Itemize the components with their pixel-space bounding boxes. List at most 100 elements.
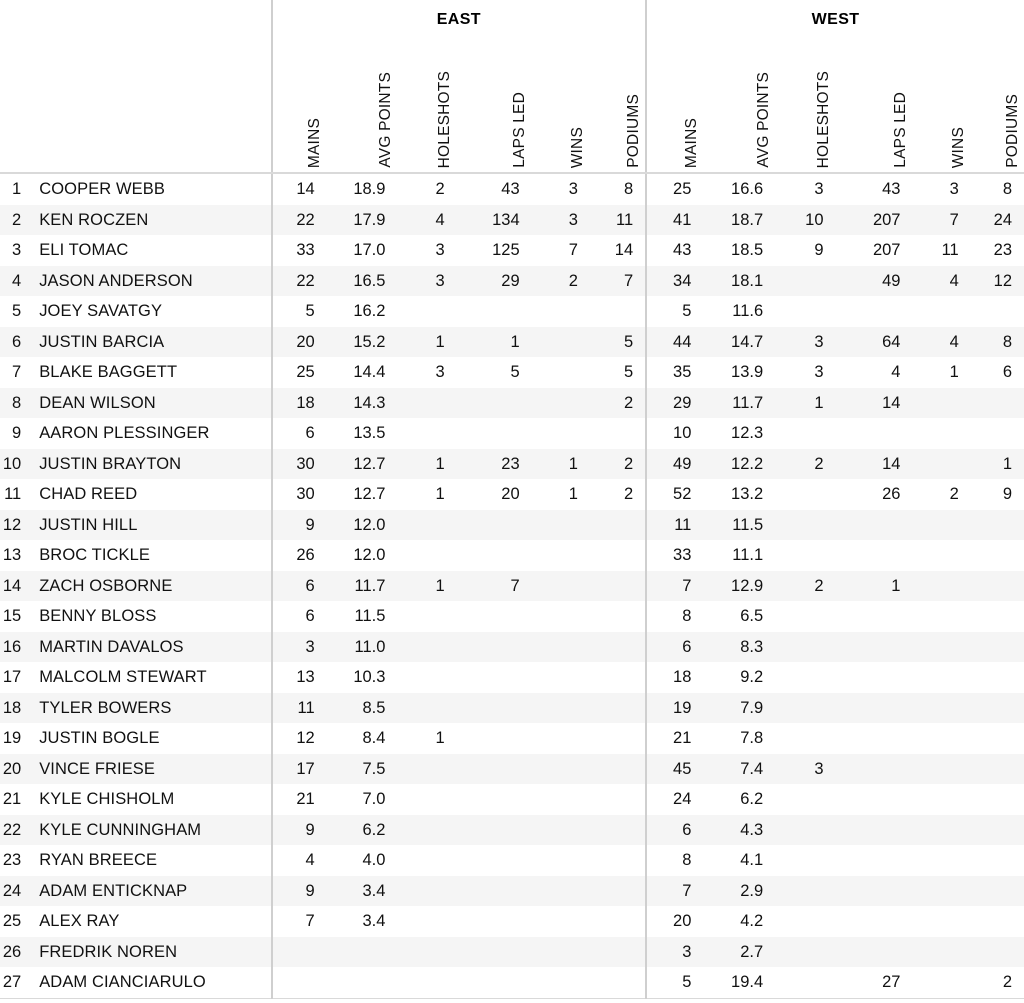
west-avg-points-cell: 11.1 (732, 546, 764, 564)
east-mains-cell: 5 (270, 296, 327, 327)
east-mains-cell: 30 (270, 479, 327, 510)
west-podiums-cell (971, 418, 1024, 449)
east-laps-led-cell (457, 815, 532, 846)
east-mains-cell: 22 (270, 265, 327, 296)
west-wins-cell (912, 418, 970, 449)
table-row: 20 VINCE FRIESE 17 7.5 45 7.4 3 (0, 753, 1024, 785)
rider-name: ZACH OSBORNE (39, 576, 173, 595)
rider-name: COOPER WEBB (39, 180, 165, 198)
east-laps-led-cell (457, 723, 532, 754)
west-wins-header: WINS (912, 40, 971, 174)
east-wins-cell (532, 601, 590, 632)
west-mains-cell: 49 (645, 448, 704, 479)
west-holeshots-cell: 1 (814, 393, 824, 412)
west-mains-cell: 20 (645, 906, 704, 937)
east-avg-points-cell: 11.7 (354, 576, 386, 595)
west-laps-led-cell: 64 (882, 332, 901, 351)
east-wins-cell (532, 876, 590, 907)
east-podiums-cell (589, 967, 647, 999)
west-mains-cell: 21 (645, 723, 704, 754)
rider-name: JOEY SAVATGY (39, 302, 163, 320)
table-row: 26 FREDRIK NOREN 3 2.7 (0, 936, 1024, 968)
rider-name: JASON ANDERSON (39, 271, 193, 290)
west-wins-cell: 4 (949, 332, 959, 351)
east-podiums-cell (590, 784, 646, 815)
row-position: 7 (12, 363, 22, 381)
east-podiums-cell: 14 (614, 241, 634, 259)
east-mains-cell: 6 (270, 570, 327, 601)
west-avg-points-cell: 4.3 (740, 820, 764, 839)
west-holeshots-cell: 2 (814, 576, 824, 595)
east-wins-cell (532, 510, 590, 541)
west-mains-cell: 44 (645, 326, 704, 357)
east-wins-cell (532, 571, 590, 602)
west-wins-cell (912, 754, 970, 785)
west-holeshots-cell (775, 784, 835, 815)
row-position: 1 (12, 180, 22, 198)
rider-name: BROC TICKLE (39, 546, 151, 564)
west-avg-points-cell: 12.2 (731, 454, 764, 473)
east-mains-cell: 14 (270, 173, 327, 205)
east-mains-cell: 11 (270, 692, 327, 723)
table-row: 11 CHAD REED 30 12.7 1 20 1 2 52 13.2 26 2 9 (0, 479, 1024, 510)
east-podiums-cell (590, 876, 646, 907)
east-holeshots-cell (397, 418, 456, 449)
west-laps-led-cell (836, 723, 913, 754)
east-mains-cell: 12 (270, 723, 327, 754)
west-mains-cell: 5 (645, 967, 704, 999)
east-holeshots-cell: 3 (435, 363, 445, 381)
east-mains-cell: 6 (270, 601, 327, 632)
west-wins-cell (912, 693, 970, 724)
rider-name: KYLE CHISHOLM (39, 790, 175, 808)
west-mains-cell: 6 (645, 631, 704, 662)
east-wins-header: WINS (531, 40, 590, 174)
east-mains-cell: 13 (270, 662, 327, 693)
east-laps-led-cell: 23 (501, 454, 520, 473)
east-laps-led-cell (457, 845, 532, 876)
west-podiums-cell (971, 296, 1024, 327)
east-holeshots-cell (397, 876, 456, 907)
west-podiums-cell: 23 (993, 241, 1012, 259)
table-row: 2 KEN ROCZEN 22 17.9 4 134 3 11 41 18.7 10 207 7 24 (0, 204, 1024, 235)
table-row: 5 JOEY SAVATGY 5 16.2 5 11.6 (0, 296, 1024, 327)
west-avg-points-cell: 18.1 (731, 271, 764, 290)
west-mains-cell: 29 (645, 387, 704, 418)
east-holeshots-cell: 1 (435, 485, 445, 503)
east-avg-points-cell: 14.3 (353, 393, 386, 412)
east-avg-points-cell: 7.5 (362, 759, 386, 778)
east-wins-cell (532, 693, 590, 724)
east-holeshots-cell (397, 510, 456, 541)
west-avg-points-cell: 18.5 (731, 241, 764, 259)
table-row: 22 KYLE CUNNINGHAM 9 6.2 6 4.3 (0, 814, 1024, 846)
west-holeshots-cell: 9 (814, 241, 824, 259)
east-mains-cell: 9 (270, 509, 327, 540)
west-mains-cell: 19 (645, 692, 704, 723)
rider-name: JUSTIN BOGLE (39, 729, 160, 747)
east-wins-cell (532, 906, 590, 937)
west-avg-points-cell: 7.8 (740, 729, 764, 747)
east-laps-led-cell: 43 (501, 180, 520, 198)
east-podiums-cell (590, 906, 646, 937)
rider-name: MARTIN DAVALOS (39, 637, 184, 656)
east-podiums-cell: 8 (623, 180, 634, 198)
east-holeshots-cell: 1 (435, 576, 445, 595)
east-laps-led-cell (457, 662, 532, 693)
east-holeshots-cell: 4 (435, 210, 445, 229)
east-holeshots-cell (397, 388, 456, 419)
east-laps-led-cell (457, 296, 532, 327)
west-wins-cell (912, 510, 970, 541)
table-row: 8 DEAN WILSON 18 14.3 2 29 11.7 1 14 (0, 387, 1024, 419)
west-holeshots-cell (775, 266, 835, 297)
west-mains-header: MAINS (645, 40, 704, 174)
table-body: 1 COOPER WEBB 14 18.9 2 43 3 8 25 16.6 3 43 3 8 2 KEN R… (0, 173, 1024, 999)
west-podiums-header: PODIUMS (970, 40, 1024, 174)
west-podiums-cell (971, 723, 1024, 754)
west-holeshots-cell (775, 937, 835, 968)
west-laps-led-cell (836, 662, 913, 693)
column-header-row: MAINS AVG POINTS HOLESHOTS LAPS LED WINS… (0, 40, 1024, 174)
east-avg-points-cell: 18.9 (353, 180, 386, 198)
west-laps-led-cell (836, 693, 913, 724)
west-mains-cell: 8 (645, 845, 704, 876)
west-podiums-cell (971, 510, 1024, 541)
east-wins-cell: 7 (568, 241, 578, 259)
